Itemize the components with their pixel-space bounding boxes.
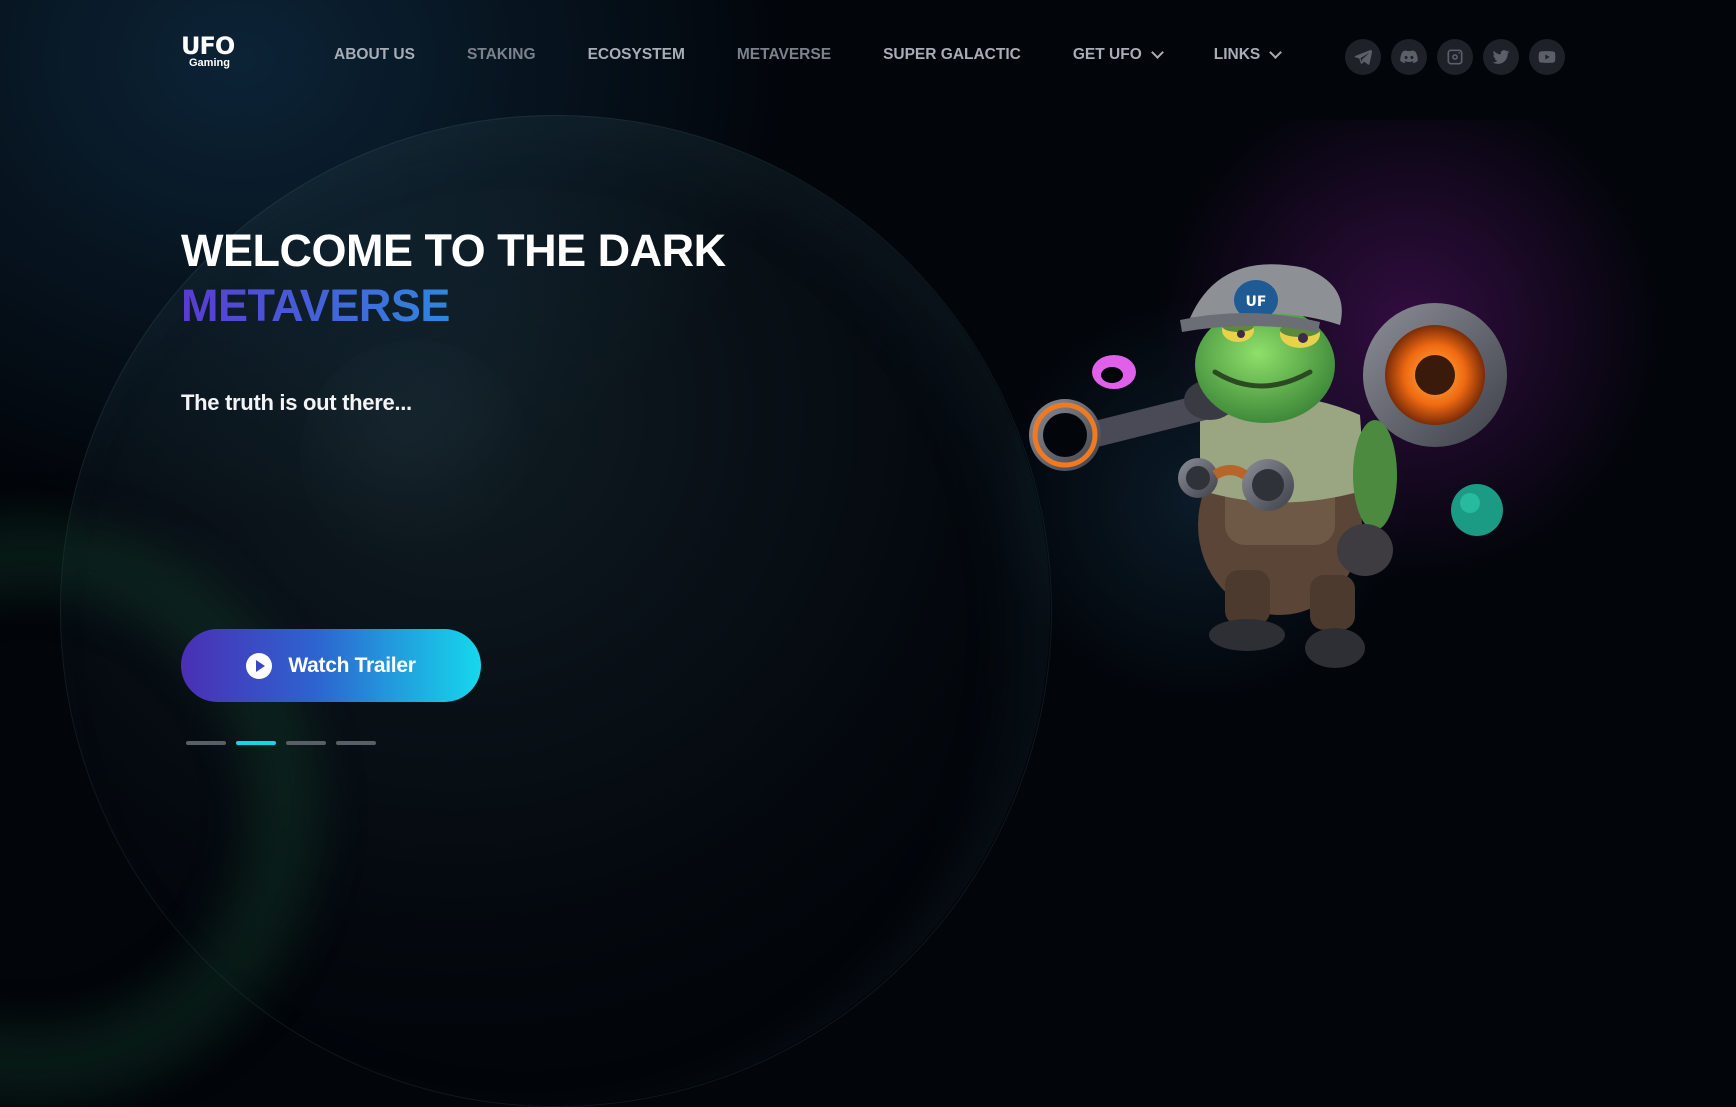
social-links — [1345, 39, 1565, 75]
slider-dot[interactable] — [186, 741, 226, 745]
hero-tagline: The truth is out there... — [181, 390, 412, 415]
nav-label: ECOSYSTEM — [587, 46, 685, 63]
instagram-icon[interactable] — [1437, 39, 1473, 75]
frog-alien-character-illustration: UF — [1029, 264, 1507, 668]
nav-item-super-galactic[interactable]: SUPER GALACTIC — [883, 46, 1021, 64]
nav-label: STAKING — [466, 46, 536, 63]
logo-main-text: UFO — [181, 32, 235, 60]
main-nav: ABOUT US STAKING ECOSYSTEM METAVERSE SUP… — [334, 46, 1332, 64]
hero-heading-block: WELCOME TO THE DARK METAVERSE — [181, 223, 726, 333]
chevron-down-icon — [1150, 46, 1164, 59]
nav-label: GET UFO — [1072, 46, 1142, 63]
watch-trailer-button[interactable]: Watch Trailer — [181, 629, 481, 702]
nav-item-metaverse[interactable]: METAVERSE — [737, 46, 831, 64]
youtube-icon[interactable] — [1529, 39, 1565, 75]
svg-text:UF: UF — [1246, 294, 1267, 310]
hero-title: WELCOME TO THE DARK METAVERSE — [181, 223, 726, 333]
nav-item-links[interactable]: LINKS — [1213, 46, 1283, 64]
discord-icon[interactable] — [1391, 39, 1427, 75]
nav-item-ecosystem[interactable]: ECOSYSTEM — [588, 46, 685, 64]
telegram-icon[interactable] — [1345, 39, 1381, 75]
nav-item-staking[interactable]: STAKING — [467, 46, 536, 64]
site-header: UFO Gaming ABOUT US STAKING ECOSYSTEM ME… — [0, 0, 1736, 112]
ufo-gaming-logo[interactable]: UFO Gaming — [181, 34, 257, 72]
hero-title-line1: WELCOME TO THE DARK — [181, 225, 726, 276]
watch-trailer-label: Watch Trailer — [288, 653, 416, 677]
nav-label: ABOUT US — [334, 46, 415, 63]
logo-sub-text: Gaming — [189, 57, 230, 69]
slider-dot-active[interactable] — [236, 741, 276, 745]
slider-pagination — [186, 741, 376, 745]
slider-dot[interactable] — [286, 741, 326, 745]
nav-label: LINKS — [1213, 46, 1261, 63]
play-icon — [246, 652, 273, 679]
nav-label: METAVERSE — [736, 46, 832, 63]
twitter-icon[interactable] — [1483, 39, 1519, 75]
nav-label: SUPER GALACTIC — [883, 46, 1021, 63]
nav-item-get-ufo[interactable]: GET UFO — [1072, 46, 1164, 64]
chevron-down-icon — [1269, 46, 1283, 59]
nav-item-about-us[interactable]: ABOUT US — [334, 46, 415, 64]
hero-title-line2: METAVERSE — [181, 278, 726, 333]
slider-dot[interactable] — [336, 741, 376, 745]
